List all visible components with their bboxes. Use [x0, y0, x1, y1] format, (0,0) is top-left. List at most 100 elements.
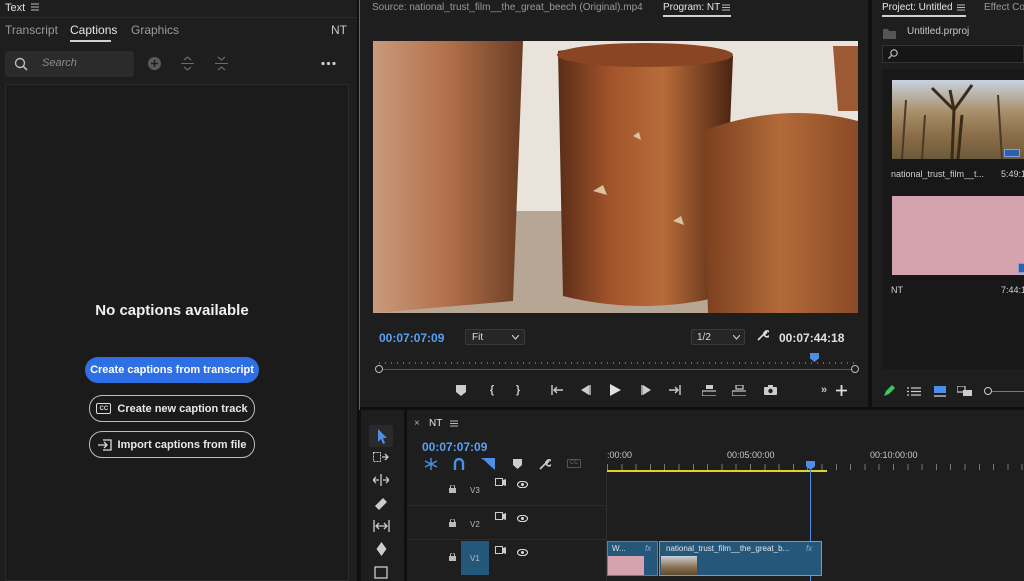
text-panel-header: Text	[0, 0, 357, 16]
track-select-tool-icon[interactable]	[373, 452, 389, 464]
eye-icon[interactable]	[516, 513, 529, 525]
lock-icon[interactable]	[449, 552, 456, 564]
text-panel: Text Transcript Captions Graphics NT Sea…	[0, 0, 357, 581]
icon-view-icon[interactable]	[934, 386, 946, 397]
duration-timecode: 00:07:44:18	[779, 331, 845, 345]
tab-project[interactable]: Project: Untitled	[882, 2, 953, 13]
timeline-menu-icon[interactable]	[450, 420, 458, 427]
sequence-tab[interactable]: NT	[429, 418, 442, 429]
tab-captions[interactable]: Captions	[70, 23, 117, 37]
track-header-v2: V2	[407, 506, 606, 540]
wrench-icon[interactable]	[756, 329, 769, 342]
track-header-v1: V1	[407, 540, 606, 576]
create-from-transcript-button[interactable]: Create captions from transcript	[85, 357, 259, 383]
snap-magnet-icon[interactable]	[453, 458, 465, 470]
slip-tool-icon[interactable]	[373, 520, 390, 532]
out-point-handle[interactable]	[851, 365, 859, 373]
more-controls-icon[interactable]: »	[817, 383, 831, 397]
fx-badge: fx	[645, 544, 652, 553]
merge-caption-icon[interactable]	[214, 56, 229, 71]
import-icon	[97, 438, 112, 451]
project-search[interactable]	[882, 45, 1024, 63]
zoom-slider[interactable]	[984, 387, 1024, 395]
freeform-view-icon[interactable]	[957, 386, 973, 397]
pencil-icon[interactable]	[883, 385, 895, 397]
work-area-bar[interactable]	[607, 470, 827, 472]
selection-tool-icon[interactable]	[369, 425, 393, 447]
lift-icon[interactable]	[702, 383, 716, 397]
video-badge-icon	[1004, 149, 1020, 157]
search-input[interactable]: Search	[42, 57, 77, 69]
mark-out-icon[interactable]: }	[511, 383, 525, 397]
clip-label: national_trust_film__the_great_b...	[666, 544, 790, 553]
scrub-bar[interactable]	[375, 352, 859, 374]
go-to-in-icon[interactable]	[550, 383, 564, 397]
close-sequence-icon[interactable]: ×	[414, 418, 420, 429]
playhead[interactable]	[810, 353, 819, 362]
split-caption-icon[interactable]	[180, 56, 195, 71]
list-view-icon[interactable]	[907, 387, 921, 396]
lock-icon[interactable]	[449, 484, 456, 496]
track-label: V3	[470, 486, 480, 495]
track-label: V2	[470, 520, 480, 529]
clip-thumbnail-forest[interactable]	[892, 80, 1024, 159]
panel-title: Text	[5, 2, 26, 14]
step-back-icon[interactable]	[578, 383, 592, 397]
extract-icon[interactable]	[732, 383, 746, 397]
linked-selection-icon[interactable]	[481, 458, 495, 470]
resolution-select[interactable]: 1/2	[691, 329, 745, 345]
add-caption-icon[interactable]	[147, 56, 162, 71]
sequence-badge-icon	[1018, 263, 1024, 273]
project-panel: Project: Untitled Effect Cor Untitled.pr…	[872, 0, 1024, 407]
razor-tool-icon[interactable]	[374, 497, 388, 511]
timeline-timecode[interactable]: 00:07:07:09	[422, 440, 487, 454]
play-icon[interactable]	[608, 383, 622, 397]
add-marker-icon[interactable]	[454, 383, 468, 397]
search-box[interactable]: Search	[5, 51, 134, 77]
track-header-v3: V3	[407, 472, 606, 506]
program-menu-icon[interactable]	[722, 4, 730, 11]
panel-menu-icon[interactable]	[31, 3, 39, 11]
tab-effect-controls[interactable]: Effect Cor	[984, 2, 1024, 13]
tab-source[interactable]: Source: national_trust_film__the_great_b…	[372, 2, 643, 13]
timeline-settings-icon[interactable]	[539, 458, 551, 470]
toggle-sync-icon[interactable]	[495, 546, 506, 558]
tab-program[interactable]: Program: NT	[663, 2, 720, 13]
tab-graphics[interactable]: Graphics	[131, 23, 179, 37]
import-captions-button[interactable]: Import captions from file	[89, 431, 255, 458]
ruler-label: 00:10:00:00	[870, 450, 918, 460]
caption-list-area	[5, 84, 349, 581]
tab-transcript[interactable]: Transcript	[5, 23, 58, 37]
timeline-panel: × NT 00:07:07:09 CC :00:00 00:05:00:00 0…	[407, 410, 1024, 581]
clip-matte[interactable]: W... fx	[607, 541, 658, 576]
ripple-edit-tool-icon[interactable]	[373, 474, 389, 486]
import-captions-label: Import captions from file	[117, 438, 247, 451]
eye-icon[interactable]	[516, 479, 529, 491]
pen-tool-icon[interactable]	[375, 542, 388, 556]
project-item-name: NT	[891, 285, 903, 295]
clip-national-trust[interactable]: national_trust_film__the_great_b... fx	[659, 541, 822, 576]
step-forward-icon[interactable]	[639, 383, 653, 397]
sequence-thumbnail[interactable]	[892, 196, 1024, 275]
toggle-sync-icon[interactable]	[495, 478, 506, 490]
fit-select[interactable]: Fit	[465, 329, 525, 345]
tab-captions-underline	[70, 40, 111, 42]
clip-thumbnail	[661, 556, 697, 575]
project-menu-icon[interactable]	[957, 4, 965, 11]
toggle-sync-icon[interactable]	[495, 512, 506, 524]
lock-icon[interactable]	[449, 518, 456, 530]
captions-toggle-icon[interactable]: CC	[567, 459, 581, 468]
create-caption-track-button[interactable]: CC Create new caption track	[89, 395, 255, 422]
rectangle-tool-icon[interactable]	[374, 566, 388, 579]
more-options-icon[interactable]	[321, 61, 336, 66]
add-marker-icon[interactable]	[513, 459, 522, 469]
mark-in-icon[interactable]: {	[485, 383, 499, 397]
playhead-timecode[interactable]: 00:07:07:09	[379, 331, 444, 345]
sequence-label: NT	[331, 23, 347, 37]
eye-icon[interactable]	[516, 547, 529, 559]
in-point-handle[interactable]	[375, 365, 383, 373]
add-button-icon[interactable]	[834, 383, 848, 397]
go-to-out-icon[interactable]	[667, 383, 681, 397]
camera-icon[interactable]	[763, 383, 777, 397]
insert-nest-icon[interactable]	[424, 458, 438, 470]
